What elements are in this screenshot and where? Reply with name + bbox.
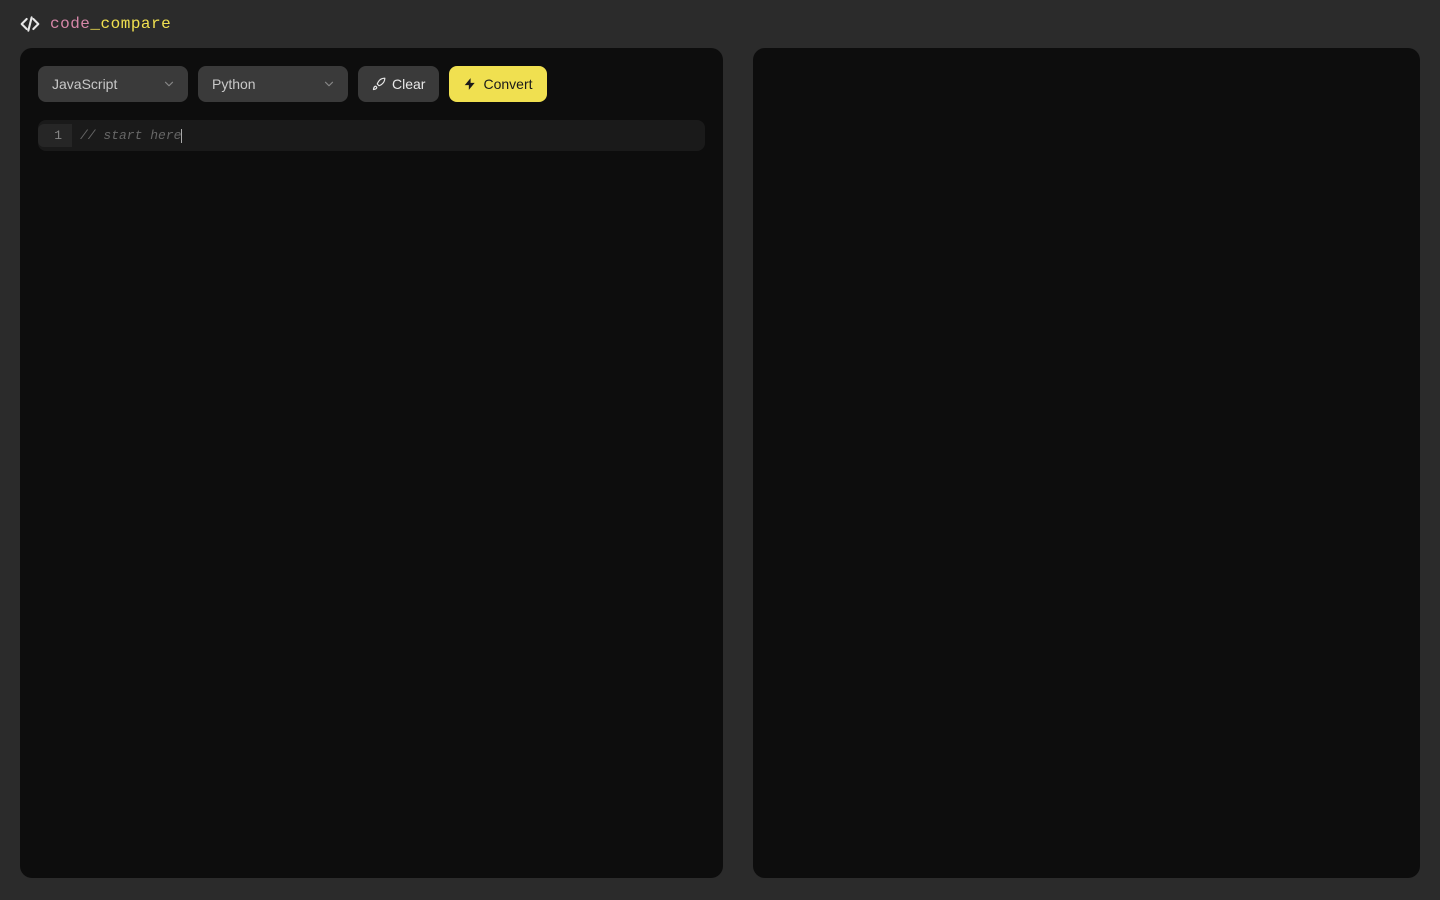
main-content: JavaScript Python	[0, 48, 1440, 898]
target-language-label: Python	[212, 76, 256, 92]
source-language-select[interactable]: JavaScript	[38, 66, 188, 102]
line-gutter: 1	[38, 124, 72, 147]
logo-word-compare: compare	[101, 15, 172, 33]
code-content[interactable]: // start here	[72, 124, 705, 147]
convert-button[interactable]: Convert	[449, 66, 546, 102]
editor-placeholder: // start here	[80, 128, 181, 143]
logo-word-code: code	[50, 15, 90, 33]
clear-button-label: Clear	[392, 76, 425, 92]
code-icon	[20, 14, 40, 34]
clear-button[interactable]: Clear	[358, 66, 439, 102]
rocket-icon	[372, 77, 386, 91]
logo-underscore: _	[90, 15, 100, 33]
app-title: code_compare	[50, 15, 171, 33]
app-header: code_compare	[0, 0, 1440, 48]
line-number: 1	[54, 128, 62, 143]
text-cursor	[181, 129, 182, 143]
source-language-label: JavaScript	[52, 76, 117, 92]
lightning-icon	[463, 77, 477, 91]
output-panel	[753, 48, 1420, 878]
chevron-down-icon	[162, 77, 176, 91]
chevron-down-icon	[322, 77, 336, 91]
target-language-select[interactable]: Python	[198, 66, 348, 102]
toolbar: JavaScript Python	[38, 66, 705, 102]
code-editor[interactable]: 1 // start here	[38, 120, 705, 151]
input-panel: JavaScript Python	[20, 48, 723, 878]
convert-button-label: Convert	[483, 76, 532, 92]
